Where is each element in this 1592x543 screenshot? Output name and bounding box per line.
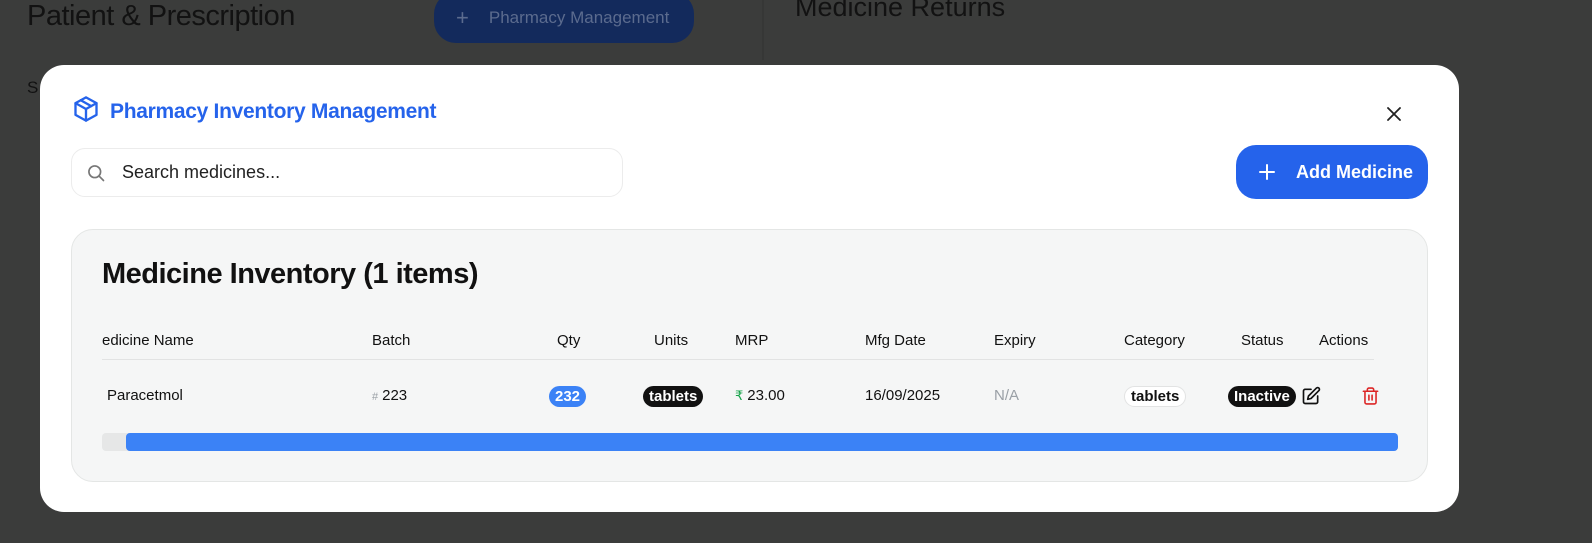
category-badge: tablets: [1124, 386, 1187, 407]
search-input[interactable]: [122, 162, 582, 183]
qty-badge: 232: [549, 386, 587, 407]
table-header: edicine Name Batch Qty Units MRP Mfg Dat…: [102, 324, 1374, 360]
background-truncated-text: S: [27, 78, 39, 97]
background-divider: [762, 0, 764, 60]
batch-cell: #223: [372, 387, 407, 404]
close-icon: [1387, 107, 1401, 121]
search-box: [71, 148, 623, 197]
pharmacy-management-label: Pharmacy Management: [488, 7, 670, 27]
inventory-title: Medicine Inventory (1 items): [102, 258, 479, 290]
plus-icon: [1259, 164, 1275, 180]
edit-icon: [1302, 386, 1321, 405]
batch-value: 223: [382, 387, 408, 404]
column-header-status: Status: [1241, 332, 1284, 349]
pharmacy-management-button[interactable]: + Pharmacy Management: [434, 0, 694, 43]
column-header-batch: Batch: [372, 332, 411, 349]
column-header-qty: Qty: [557, 332, 581, 349]
delete-button[interactable]: [1361, 386, 1380, 410]
status-badge: Inactive: [1228, 386, 1296, 407]
add-medicine-button[interactable]: Add Medicine: [1236, 145, 1428, 199]
background-left-title: Patient & Prescription: [27, 0, 295, 32]
close-button[interactable]: [1383, 103, 1405, 125]
scrollbar-thumb[interactable]: [126, 433, 1398, 451]
units-badge: tablets: [643, 386, 704, 407]
table-row: Paracetmol #223 232 tablets ₹23.00 16/09…: [102, 360, 1379, 436]
column-header-mfg-date: Mfg Date: [865, 332, 926, 349]
column-header-actions: Actions: [1319, 332, 1369, 349]
column-header-mrp: MRP: [735, 332, 769, 349]
modal-header: Pharmacy Inventory Management: [72, 95, 437, 128]
inventory-table: edicine Name Batch Qty Units MRP Mfg Dat…: [102, 324, 1379, 436]
modal-title: Pharmacy Inventory Management: [110, 99, 437, 123]
column-header-expiry: Expiry: [994, 332, 1036, 349]
horizontal-scrollbar[interactable]: [102, 433, 1398, 451]
plus-icon: +: [456, 4, 469, 30]
medicine-name: Paracetmol: [107, 387, 183, 404]
hash-icon: #: [372, 391, 379, 403]
mrp-cell: ₹23.00: [735, 387, 785, 404]
pharmacy-inventory-modal: Pharmacy Inventory Management Add Medici…: [40, 65, 1459, 512]
rupee-icon: ₹: [735, 388, 744, 403]
mrp-value: 23.00: [747, 387, 785, 404]
edit-button[interactable]: [1301, 386, 1321, 410]
background-right-title: Medicine Returns: [795, 0, 1006, 22]
expiry-date: N/A: [994, 387, 1020, 404]
search-icon: [88, 164, 105, 181]
mfg-date: 16/09/2025: [865, 387, 941, 404]
medicine-inventory-card: Medicine Inventory (1 items) edicine Nam…: [71, 229, 1428, 482]
column-header-category: Category: [1124, 332, 1185, 349]
trash-icon: [1362, 387, 1379, 405]
package-icon: [72, 95, 100, 128]
column-header-name: edicine Name: [102, 332, 194, 349]
add-medicine-label: Add Medicine: [1296, 161, 1414, 182]
column-header-units: Units: [654, 332, 689, 349]
